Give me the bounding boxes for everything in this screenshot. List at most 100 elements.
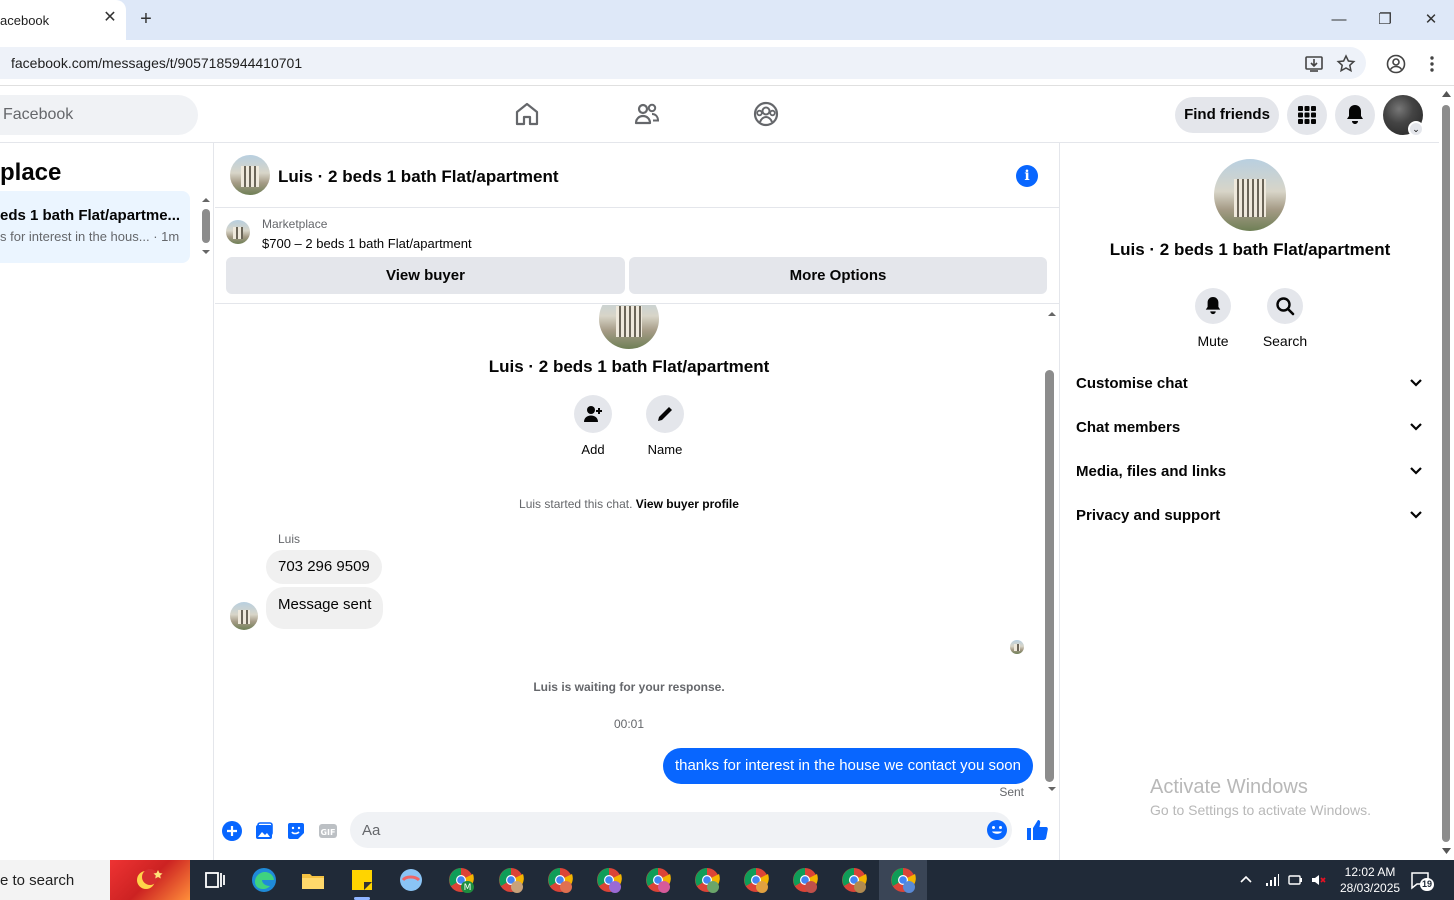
activate-windows-watermark: Activate Windows Go to Settings to activ… bbox=[1150, 776, 1371, 818]
restore-icon[interactable]: ❐ bbox=[1373, 8, 1397, 32]
name-button[interactable]: Name bbox=[635, 395, 695, 457]
task-view-icon[interactable] bbox=[200, 866, 228, 894]
message-input[interactable]: Aa bbox=[350, 812, 1012, 848]
input-placeholder: Aa bbox=[362, 822, 381, 839]
browser-menu-icon[interactable] bbox=[1422, 54, 1442, 74]
home-icon[interactable] bbox=[513, 100, 541, 128]
gif-icon[interactable]: GIF bbox=[317, 820, 339, 842]
chevron-down-icon bbox=[1410, 379, 1422, 387]
watermark-title: Activate Windows bbox=[1150, 776, 1308, 798]
snipping-tool-icon[interactable] bbox=[397, 866, 425, 894]
network-icon[interactable] bbox=[1264, 872, 1280, 888]
list-scrollbar[interactable] bbox=[200, 195, 212, 257]
profile-icon[interactable] bbox=[1386, 54, 1406, 74]
chrome-profile-icon[interactable]: M bbox=[447, 866, 475, 894]
chrome-profile-icon[interactable] bbox=[546, 866, 574, 894]
chrome-profile-icon[interactable] bbox=[742, 866, 770, 894]
conversation-item[interactable]: eds 1 bath Flat/apartme... s for interes… bbox=[0, 191, 190, 263]
url-text: facebook.com/messages/t/9057185944410701 bbox=[11, 55, 303, 71]
file-explorer-icon[interactable] bbox=[299, 866, 327, 894]
info-icon[interactable]: i bbox=[1016, 165, 1038, 187]
started-text: Luis started this chat. bbox=[519, 497, 633, 511]
volume-muted-icon[interactable] bbox=[1310, 872, 1326, 888]
menu-grid-icon bbox=[1298, 106, 1316, 124]
chat-title[interactable]: Luis · 2 beds 1 bath Flat/apartment bbox=[278, 167, 559, 187]
active-taskbar-item[interactable] bbox=[879, 860, 927, 900]
message-thread: Luis · 2 beds 1 bath Flat/apartment Add … bbox=[215, 305, 1059, 800]
notification-center-button[interactable]: 19 bbox=[1410, 870, 1435, 891]
browser-tab[interactable]: acebook ✕ bbox=[0, 0, 126, 40]
minimize-icon[interactable]: — bbox=[1327, 8, 1351, 32]
search-placeholder: Facebook bbox=[3, 106, 74, 123]
chevron-down-icon[interactable]: ⌄ bbox=[1408, 121, 1424, 137]
photo-icon[interactable] bbox=[253, 820, 275, 842]
taskbar-search[interactable]: e to search bbox=[0, 860, 110, 900]
bell-icon bbox=[1205, 297, 1221, 315]
battery-icon[interactable] bbox=[1287, 872, 1303, 888]
details-name: Luis · 2 beds 1 bath Flat/apartment bbox=[1109, 240, 1391, 259]
more-options-button[interactable]: More Options bbox=[629, 257, 1047, 294]
search-button[interactable]: Search bbox=[1255, 288, 1315, 349]
emoji-icon[interactable] bbox=[986, 819, 1008, 841]
scroll-down-icon[interactable] bbox=[1442, 847, 1451, 855]
bookmark-star-icon[interactable] bbox=[1336, 54, 1356, 74]
facebook-search-input[interactable]: Facebook bbox=[0, 95, 198, 135]
section-label: Customise chat bbox=[1076, 375, 1188, 392]
marketplace-label: Marketplace bbox=[262, 217, 328, 231]
sticky-notes-icon[interactable] bbox=[348, 866, 376, 894]
listing-thumbnail[interactable] bbox=[226, 220, 250, 244]
add-button[interactable]: Add bbox=[563, 395, 623, 457]
close-window-icon[interactable]: ✕ bbox=[1419, 8, 1443, 32]
incoming-message[interactable]: 703 296 9509 bbox=[266, 550, 382, 584]
listing-title[interactable]: $700 – 2 beds 1 bath Flat/apartment bbox=[262, 236, 472, 251]
thread-scrollbar-thumb[interactable] bbox=[1045, 370, 1054, 782]
plus-circle-icon[interactable] bbox=[221, 820, 243, 842]
pencil-icon bbox=[658, 407, 672, 421]
notifications-button[interactable] bbox=[1335, 95, 1375, 135]
chrome-profile-icon[interactable] bbox=[644, 866, 672, 894]
menu-button[interactable] bbox=[1287, 95, 1327, 135]
chrome-profile-icon[interactable] bbox=[595, 866, 623, 894]
chrome-profile-icon[interactable] bbox=[693, 866, 721, 894]
new-tab-icon[interactable]: + bbox=[136, 9, 156, 29]
page-scrollbar-thumb[interactable] bbox=[1442, 105, 1450, 842]
chat-avatar[interactable] bbox=[230, 155, 270, 195]
groups-icon[interactable] bbox=[752, 100, 780, 128]
chevron-down-icon bbox=[1410, 423, 1422, 431]
privacy-support-section[interactable]: Privacy and support bbox=[1076, 501, 1426, 533]
browser-tab-strip: acebook ✕ + — ❐ ✕ bbox=[0, 0, 1454, 40]
system-clock[interactable]: 12:02 AM 28/03/2025 bbox=[1340, 864, 1400, 896]
mute-button[interactable]: Mute bbox=[1183, 288, 1243, 349]
address-bar: facebook.com/messages/t/9057185944410701 bbox=[0, 40, 1454, 86]
chat-started-note: Luis started this chat. View buyer profi… bbox=[215, 497, 1043, 511]
name-label: Name bbox=[647, 442, 683, 457]
chrome-profile-icon[interactable] bbox=[497, 866, 525, 894]
chat-members-section[interactable]: Chat members bbox=[1076, 413, 1426, 445]
sticker-icon[interactable] bbox=[285, 820, 307, 842]
edge-browser-icon[interactable] bbox=[250, 866, 278, 894]
omnibox[interactable]: facebook.com/messages/t/9057185944410701 bbox=[0, 47, 1366, 79]
page-scrollbar[interactable] bbox=[1439, 87, 1454, 860]
chrome-profile-icon[interactable] bbox=[791, 866, 819, 894]
outgoing-message[interactable]: thanks for interest in the house we cont… bbox=[662, 748, 1033, 784]
customise-chat-section[interactable]: Customise chat bbox=[1076, 369, 1426, 401]
media-files-links-section[interactable]: Media, files and links bbox=[1076, 457, 1426, 489]
install-app-icon[interactable] bbox=[1304, 54, 1324, 74]
chevron-down-icon bbox=[1410, 511, 1422, 519]
chrome-profile-icon[interactable] bbox=[840, 866, 868, 894]
sender-avatar[interactable] bbox=[230, 602, 258, 630]
details-avatar bbox=[1214, 159, 1286, 231]
find-friends-button[interactable]: Find friends bbox=[1175, 97, 1279, 133]
thumbs-up-icon[interactable] bbox=[1025, 818, 1049, 842]
view-buyer-button[interactable]: View buyer bbox=[226, 257, 625, 294]
scroll-up-icon[interactable] bbox=[1442, 90, 1451, 98]
friends-icon[interactable] bbox=[633, 100, 661, 128]
incoming-message[interactable]: Message sent bbox=[266, 587, 384, 629]
search-highlight-widget[interactable] bbox=[110, 860, 190, 900]
chats-list-panel: place eds 1 bath Flat/apartme... s for i… bbox=[0, 143, 214, 860]
chat-header: Luis · 2 beds 1 bath Flat/apartment i bbox=[215, 143, 1059, 208]
view-buyer-profile-link[interactable]: View buyer profile bbox=[636, 497, 739, 511]
close-tab-icon[interactable]: ✕ bbox=[102, 10, 118, 26]
chevron-up-icon[interactable] bbox=[1238, 872, 1254, 888]
chat-details-panel: Luis · 2 beds 1 bath Flat/apartment Mute… bbox=[1059, 143, 1439, 860]
